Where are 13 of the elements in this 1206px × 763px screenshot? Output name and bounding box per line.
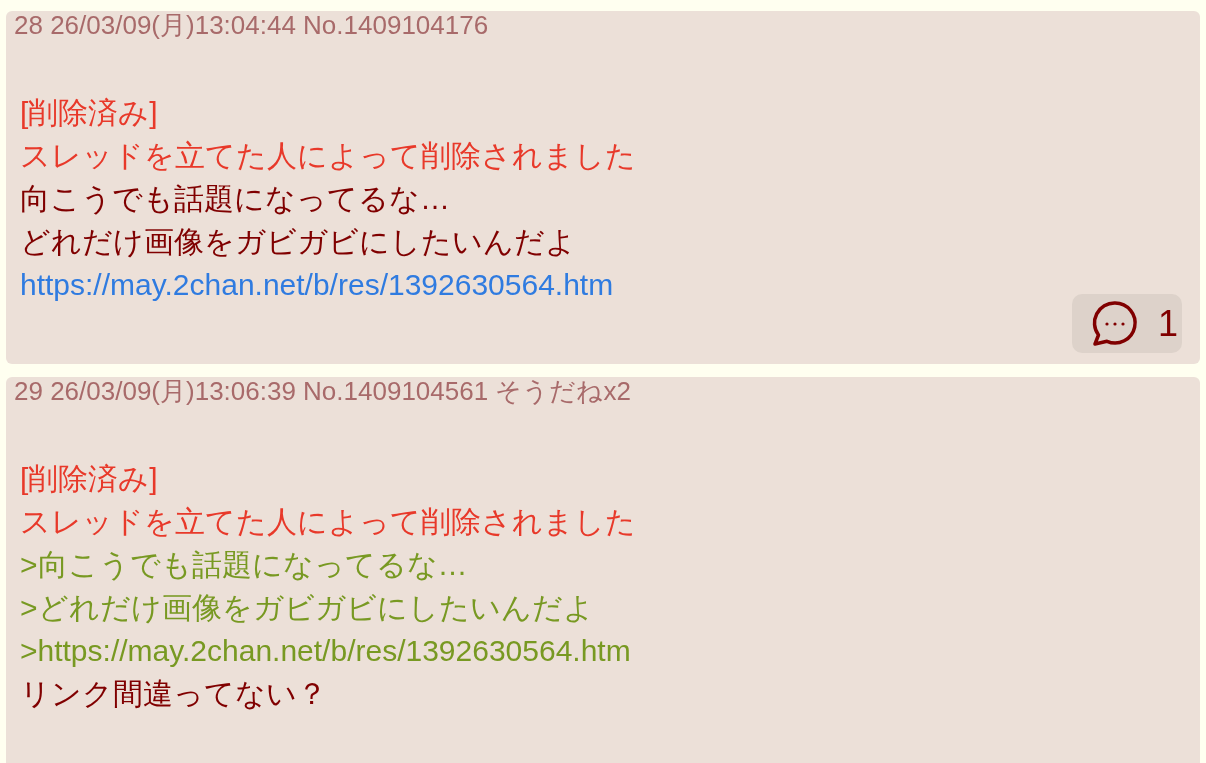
deleted-notice: [削除済み] (20, 95, 158, 131)
post-text: リンク間違ってない？ (20, 676, 327, 712)
post-header: 29 26/03/09(月)13:06:39 No.1409104561 そうだねx2 (13, 377, 631, 405)
replies-button[interactable]: 1 (1071, 294, 1182, 353)
post-text: 向こうでも話題になってるな… (20, 181, 450, 217)
quoted-text: >https://may.2chan.net/b/res/1392630564.htm (20, 633, 631, 669)
post-text: どれだけ画像をガビガビにしたいんだよ (20, 224, 576, 260)
deleted-notice: [削除済み] (20, 461, 158, 497)
quoted-text: >向こうでも話題になってるな… (20, 547, 468, 583)
deleted-notice: スレッドを立てた人によって削除されました (20, 504, 636, 540)
deleted-notice: スレッドを立てた人によって削除されました (20, 138, 636, 174)
post-header: 28 26/03/09(月)13:04:44 No.1409104176 (13, 11, 489, 39)
quoted-text: >どれだけ画像をガビガビにしたいんだよ (20, 590, 594, 626)
